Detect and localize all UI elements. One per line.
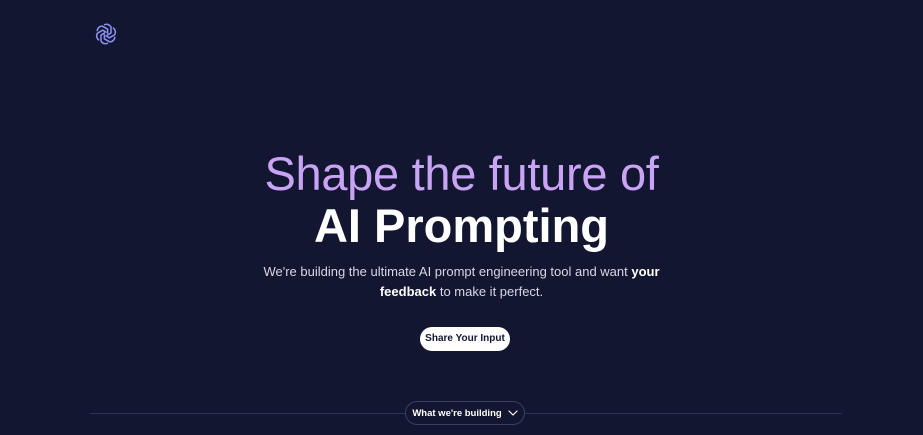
share-input-button[interactable]: Share Your Input: [420, 327, 510, 351]
toggle-label: What we're building: [412, 407, 502, 419]
headline-line-2: AI Prompting: [313, 199, 610, 252]
subtitle-bold-feedback: feedback: [379, 284, 437, 299]
what-we-are-building-toggle[interactable]: What we're building: [405, 401, 525, 425]
openai-logo-icon[interactable]: [94, 22, 118, 46]
subtitle-text-1: We're building the ultimate AI prompt en…: [263, 264, 632, 279]
hero-subtitle: We're building the ultimate AI prompt en…: [0, 262, 923, 302]
headline-line-1: Shape the future of: [264, 147, 659, 200]
chevron-down-icon: [508, 410, 518, 416]
subtitle-bold-your: your: [631, 264, 660, 279]
hero-headline: Shape the future of AI Prompting: [0, 148, 923, 252]
landing-page: Shape the future of AI Prompting We're b…: [0, 0, 923, 435]
subtitle-text-2: to make it perfect.: [436, 284, 544, 299]
